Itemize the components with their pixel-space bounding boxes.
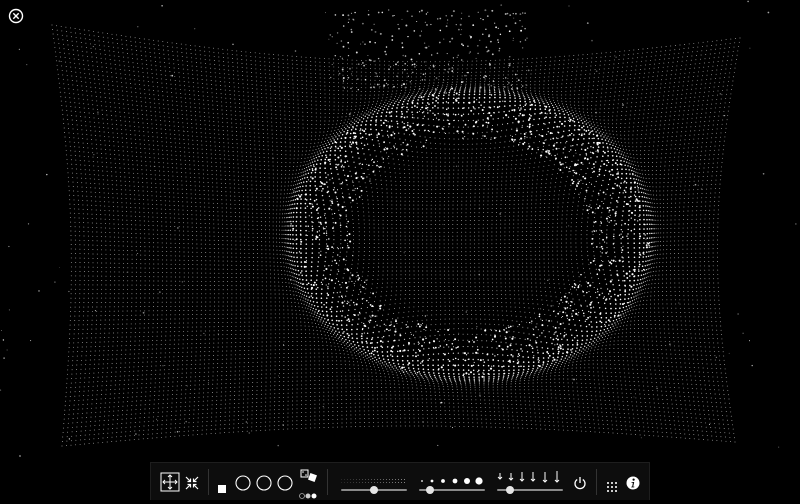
toolbar [150,462,650,500]
particle-size-slider-knob[interactable] [426,486,435,494]
particle-grid[interactable] [0,0,800,500]
circle-shape-button-small[interactable] [235,475,251,491]
square-shape-button[interactable] [218,478,226,493]
dice-random-icon [300,469,317,482]
close-button[interactable] [8,8,24,24]
particle-size-icon [421,477,483,485]
circle-shape-button-large[interactable] [277,475,293,491]
grid-button[interactable] [607,477,617,492]
gravity-slider-knob[interactable] [506,486,515,494]
move-to-center-icon [160,472,180,492]
random-button[interactable] [300,468,318,482]
particle-size-slider[interactable] [419,486,485,494]
separator [208,469,209,495]
circle-shape-icon [235,475,251,491]
square-shape-icon [218,485,226,493]
separator [596,469,597,495]
density-slider[interactable] [341,486,407,494]
particle-canvas[interactable] [0,0,800,500]
close-icon [8,8,24,24]
circle-shape-icon [277,475,293,491]
gravity-scale [497,469,563,483]
density-scale [341,471,407,484]
density-slider-knob[interactable] [370,486,378,494]
gravity-arrows-icon [497,471,560,483]
info-button[interactable] [626,475,640,490]
move-to-center-button[interactable] [160,472,180,492]
grid-icon [607,482,617,492]
info-icon [626,476,640,490]
circle-shape-button-medium[interactable] [256,475,272,491]
gravity-slider[interactable] [497,486,563,494]
power-icon [574,477,586,490]
power-button[interactable] [573,475,587,490]
particle-size-scale [419,471,485,485]
collapse-button[interactable] [185,475,199,490]
collapse-arrows-icon [185,476,199,490]
pattern-button[interactable] [299,485,319,499]
separator [327,469,328,495]
dots-pattern-icon [299,493,317,499]
circle-shape-icon [256,475,272,491]
density-gradient-icon [341,478,407,484]
